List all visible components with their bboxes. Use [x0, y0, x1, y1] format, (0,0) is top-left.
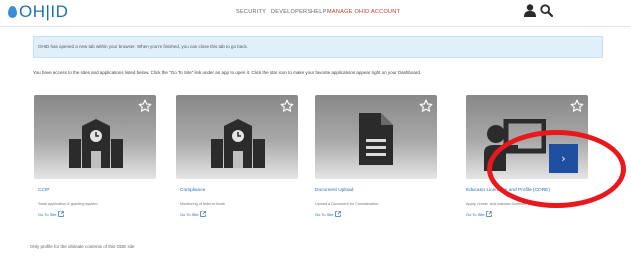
school-building-icon: [211, 119, 265, 168]
nav-developers[interactable]: DEVELOPERS: [271, 9, 311, 15]
header-divider: [0, 26, 631, 27]
document-icon: [359, 113, 393, 165]
nav-manage-account[interactable]: MANAGE OHID ACCOUNT: [327, 9, 400, 15]
external-link-icon: [334, 211, 341, 217]
app-card-document-upload[interactable]: [315, 95, 437, 179]
go-to-site-label: Go To Site: [466, 211, 485, 217]
favorite-star-icon[interactable]: [280, 99, 294, 113]
go-to-site-label: Go To Site: [315, 211, 334, 217]
logo-text: OH|ID: [19, 2, 69, 21]
nav-help[interactable]: HELP: [311, 9, 327, 15]
favorite-star-icon[interactable]: [419, 99, 433, 113]
external-link-icon: [485, 211, 492, 217]
card-desc-educator-licensure: Apply, renew, and maintain licenses: [466, 202, 527, 206]
favorite-star-icon[interactable]: [138, 99, 152, 113]
go-to-site-link-document-upload[interactable]: Go To Site: [315, 211, 341, 217]
drop-icon: [8, 6, 17, 18]
app-card-ccip[interactable]: [34, 95, 156, 179]
card-desc-compliance: Monitoring of federal funds: [180, 202, 225, 206]
go-to-site-link-educator-licensure[interactable]: Go To Site: [466, 211, 492, 217]
card-title-ccip: CCIP: [38, 188, 50, 193]
search-icon[interactable]: [540, 4, 553, 17]
school-building-icon: [69, 119, 123, 168]
card-title-document-upload: Document Upload: [315, 188, 354, 193]
favorite-star-icon[interactable]: [570, 99, 584, 113]
go-to-site-label: Go To Site: [38, 211, 57, 217]
highlight-ring: [487, 130, 626, 208]
go-to-site-link-ccip[interactable]: Go To Site: [38, 211, 64, 217]
banner-text: OHID has opened a new tab within your br…: [38, 44, 248, 49]
card-desc-document-upload: Upload a Document for Consideration: [315, 202, 379, 206]
external-link-icon: [57, 211, 64, 217]
nav-security[interactable]: SECURITY: [236, 9, 266, 15]
footer-note: Only profile for the ultimate contents o…: [30, 244, 135, 249]
go-to-site-label: Go To Site: [180, 211, 199, 217]
user-icon[interactable]: [524, 4, 536, 17]
card-title-compliance: Compliance: [180, 188, 206, 193]
go-to-site-link-compliance[interactable]: Go To Site: [180, 211, 206, 217]
external-link-icon: [199, 211, 206, 217]
ohid-logo[interactable]: OH|ID: [8, 2, 68, 22]
card-desc-ccip: State application & granting system: [38, 202, 98, 206]
app-card-compliance[interactable]: [176, 95, 298, 179]
intro-text: You have access to the sites and applica…: [33, 70, 422, 75]
